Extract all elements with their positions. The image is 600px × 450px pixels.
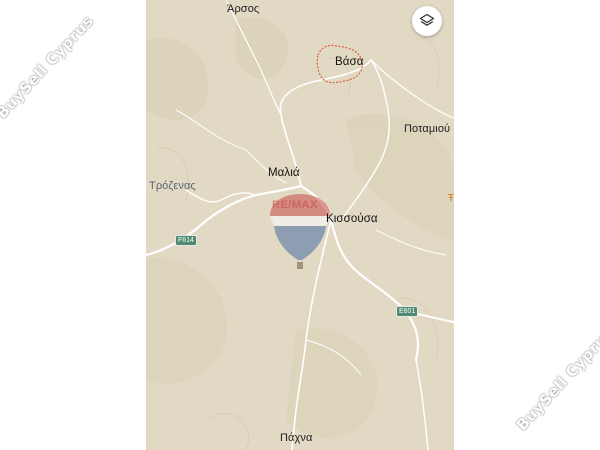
place-label-arsos: Άρσος: [227, 3, 260, 15]
watermark-left: BuySell Cyprus: [0, 11, 98, 123]
place-label-trozenas: Τρόζενας: [149, 180, 196, 192]
poi-marker-partial: Ŧ: [447, 193, 454, 204]
road-shield-e601: E601: [396, 306, 419, 317]
place-label-vasa: Βάσα: [335, 56, 364, 68]
place-label-potamiou: Ποταμιού: [404, 123, 451, 135]
map-canvas[interactable]: RE/MAX Άρσος Βάσα Ποταμιού Τρόζενας Μαλι…: [146, 0, 454, 450]
road-shield-f614: F614: [175, 235, 197, 246]
place-label-pachna: Πάχνα: [280, 432, 313, 444]
place-label-kissousa: Κισσούσα: [326, 213, 378, 225]
remax-logo-text: RE/MAX: [272, 199, 318, 211]
place-label-malia: Μαλιά: [268, 167, 300, 179]
layers-icon: [419, 13, 435, 26]
watermark-right: BuySell Cyprus: [512, 323, 600, 435]
layers-button[interactable]: [412, 6, 442, 36]
